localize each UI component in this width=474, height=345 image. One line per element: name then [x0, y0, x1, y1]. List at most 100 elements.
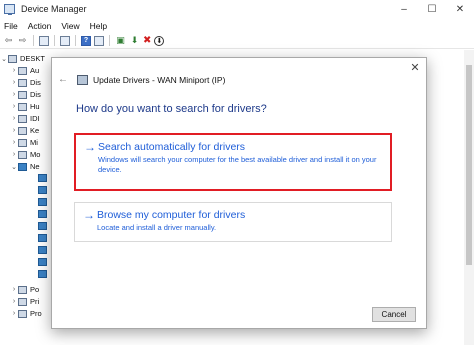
tree-item[interactable]: › IDI	[10, 113, 40, 124]
chevron-right-icon[interactable]: ›	[10, 127, 18, 134]
scrollbar-thumb[interactable]	[466, 65, 472, 265]
tree-item-label: Mi	[30, 138, 38, 147]
dialog-header: ← Update Drivers - WAN Miniport (IP)	[58, 74, 225, 85]
chevron-right-icon[interactable]: ›	[10, 139, 18, 146]
minimize-button[interactable]: –	[390, 0, 418, 18]
chevron-right-icon[interactable]: ›	[10, 151, 18, 158]
network-adapter-item[interactable]	[38, 174, 48, 183]
tree-root[interactable]: ⌄ DESKT	[0, 53, 45, 64]
toolbar-separator	[109, 35, 110, 46]
network-adapter-icon	[38, 246, 47, 254]
menu-help[interactable]: Help	[90, 21, 107, 31]
network-adapter-item[interactable]	[38, 198, 48, 207]
tree-item-label: Dis	[30, 78, 41, 87]
scan-hardware-icon[interactable]: ⬇	[129, 35, 140, 46]
chevron-right-icon[interactable]: ›	[10, 298, 18, 305]
tree-item[interactable]: › Au	[10, 65, 39, 76]
chevron-right-icon[interactable]: ›	[10, 103, 18, 110]
tree-item-label: Dis	[30, 90, 41, 99]
network-adapter-item[interactable]	[38, 246, 48, 255]
tree-item[interactable]: › Mi	[10, 137, 38, 148]
disable-icon[interactable]: ⬇	[154, 35, 165, 46]
maximize-button[interactable]: ☐	[418, 0, 446, 18]
option-description: Locate and install a driver manually.	[97, 223, 217, 232]
audio-icon	[18, 66, 27, 75]
network-adapter-icon	[38, 210, 47, 218]
chevron-right-icon[interactable]: ›	[10, 79, 18, 86]
menu-file[interactable]: File	[4, 21, 18, 31]
network-adapter-icon	[38, 234, 47, 242]
option-title: Search automatically for drivers	[98, 141, 246, 153]
network-adapter-icon	[38, 258, 47, 266]
tree-item-network[interactable]: ⌄ Ne	[10, 161, 40, 172]
help-icon[interactable]: ?	[81, 35, 91, 46]
network-adapter-item[interactable]	[38, 258, 48, 267]
cancel-button[interactable]: Cancel	[372, 307, 416, 322]
vertical-scrollbar[interactable]	[464, 50, 474, 345]
chevron-down-icon[interactable]: ⌄	[0, 55, 8, 63]
window-title: Device Manager	[21, 4, 87, 14]
tree-item[interactable]: › Pri	[10, 296, 39, 307]
tree-item-label: Hu	[30, 102, 40, 111]
network-adapter-item[interactable]	[38, 270, 48, 279]
tree-item-label: Mo	[30, 150, 41, 159]
update-driver-icon[interactable]: ▣	[115, 35, 126, 46]
network-adapter-item[interactable]	[38, 222, 48, 231]
close-window-button[interactable]: ✕	[446, 0, 474, 18]
tree-item-label: Po	[30, 285, 40, 294]
tree-item-label: IDI	[30, 114, 40, 123]
network-adapter-icon	[18, 162, 27, 171]
tree-item[interactable]: › Hu	[10, 101, 40, 112]
chevron-down-icon[interactable]: ⌄	[10, 163, 18, 171]
show-hide-icon[interactable]	[60, 35, 70, 46]
tree-item-label: Ne	[30, 162, 40, 171]
tree-item[interactable]: › Pro	[10, 308, 42, 319]
menu-view[interactable]: View	[61, 21, 79, 31]
processor-icon	[18, 309, 27, 318]
network-adapter-icon	[38, 174, 47, 182]
tree-item[interactable]: › Mo	[10, 149, 41, 160]
tree-root-label: DESKT	[20, 54, 46, 63]
device-tree: ⌄ DESKT › Au › Dis › Dis › Hu › IDI › Ke…	[0, 50, 52, 345]
mouse-icon	[18, 138, 27, 147]
properties-icon[interactable]	[39, 35, 49, 46]
device-manager-icon	[4, 4, 15, 15]
tree-item[interactable]: › Ke	[10, 125, 39, 136]
network-adapter-item[interactable]	[38, 186, 48, 195]
option-body: Search automatically for drivers Windows…	[98, 141, 382, 183]
chevron-right-icon[interactable]: ›	[10, 310, 18, 317]
back-arrow-icon[interactable]: ⇦	[3, 35, 14, 46]
menu-bar: File Action View Help	[0, 18, 474, 33]
dialog-close-button[interactable]: ✕	[408, 61, 422, 74]
tree-item[interactable]: › Dis	[10, 77, 41, 88]
chevron-right-icon[interactable]: ›	[10, 91, 18, 98]
network-adapter-icon	[77, 74, 88, 85]
tree-item[interactable]: › Dis	[10, 89, 41, 100]
toolbar-separator	[33, 35, 34, 46]
chevron-right-icon[interactable]: ›	[10, 67, 18, 74]
window-titlebar: Device Manager – ☐ ✕	[0, 0, 474, 18]
uninstall-icon[interactable]: ✖	[143, 35, 151, 46]
network-adapter-icon	[38, 222, 47, 230]
chevron-right-icon[interactable]: ›	[10, 286, 18, 293]
toolbar-separator	[54, 35, 55, 46]
network-adapter-item[interactable]	[38, 234, 48, 243]
menu-action[interactable]: Action	[28, 21, 52, 31]
ports-icon	[18, 285, 27, 294]
tree-item-label: Au	[30, 66, 40, 75]
back-arrow-icon[interactable]: ←	[58, 74, 68, 85]
toolbar-separator	[75, 35, 76, 46]
display-icon	[18, 90, 27, 99]
computer-icon[interactable]	[94, 35, 104, 46]
computer-icon	[8, 54, 17, 63]
tree-item[interactable]: › Po	[10, 284, 39, 295]
tree-item-label: Pro	[30, 309, 42, 318]
browse-computer-option[interactable]: → Browse my computer for drivers Locate …	[74, 202, 392, 242]
forward-arrow-icon[interactable]: ⇨	[17, 35, 28, 46]
search-automatically-option[interactable]: → Search automatically for drivers Windo…	[74, 133, 392, 191]
tree-item-label: Pri	[30, 297, 40, 306]
option-description: Windows will search your computer for th…	[98, 155, 377, 174]
network-adapter-item[interactable]	[38, 210, 48, 219]
keyboard-icon	[18, 126, 27, 135]
chevron-right-icon[interactable]: ›	[10, 115, 18, 122]
